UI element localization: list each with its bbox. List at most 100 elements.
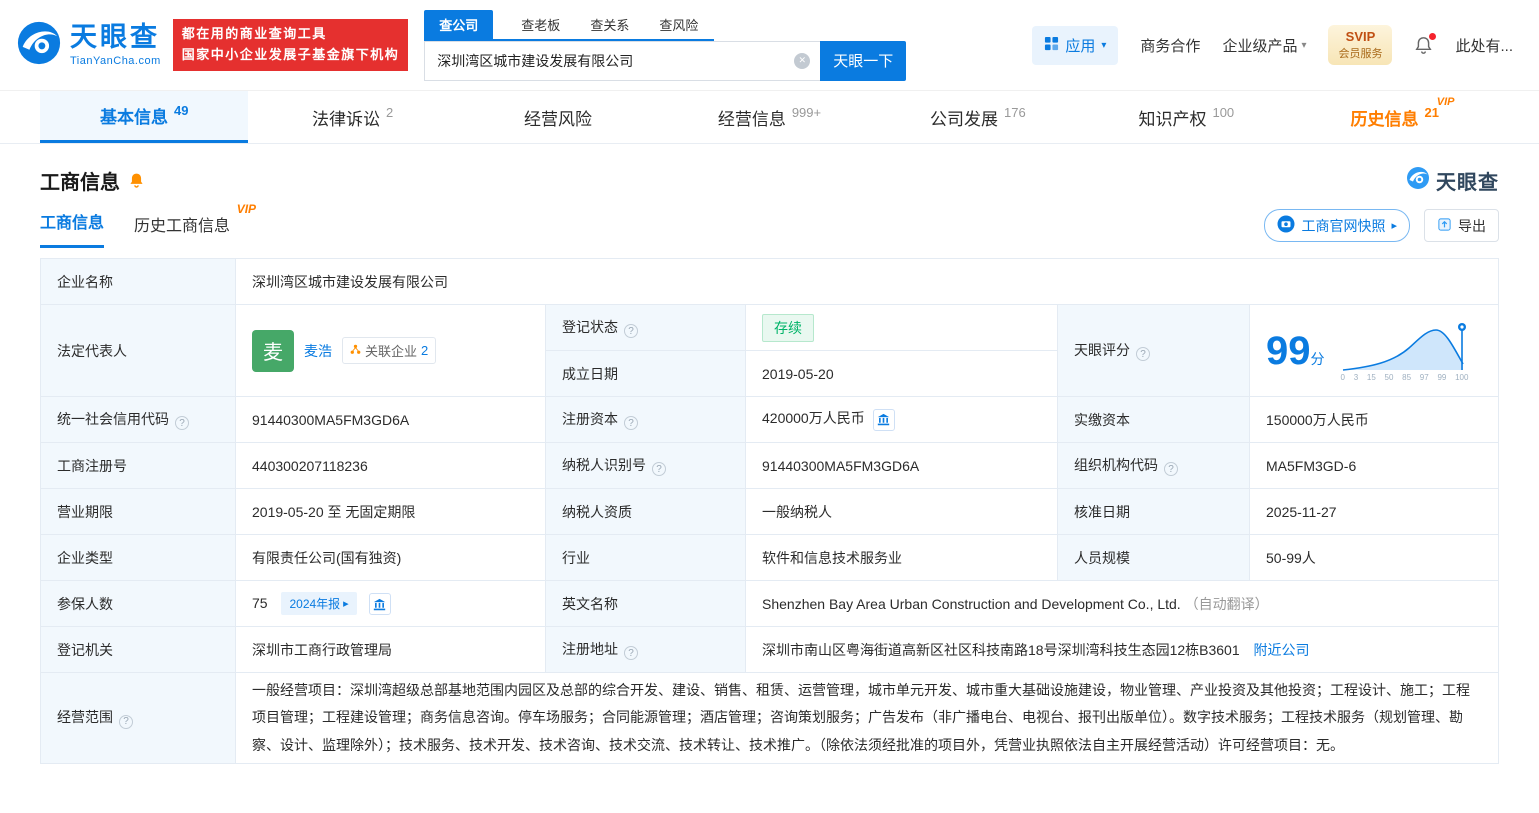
business-scope-value: 一般经营项目：深圳湾超级总部基地范围内园区及总部的综合开发、建设、销售、租赁、运…	[236, 673, 1499, 764]
export-label: 导出	[1458, 216, 1486, 236]
tab-legal-label: 法律诉讼	[312, 105, 380, 130]
tab-company-development[interactable]: 公司发展 176	[874, 91, 1082, 143]
promo-banner[interactable]: 都在用的商业查询工具 国家中小企业发展子基金旗下机构	[173, 19, 409, 71]
search-tab-boss[interactable]: 查老板	[519, 10, 562, 39]
tab-business-count: 999+	[792, 105, 821, 120]
table-row: 企业名称 深圳湾区城市建设发展有限公司	[41, 259, 1499, 305]
snapshot-label: 工商官网快照	[1301, 216, 1385, 236]
search-area: 查公司 查老板 查关系 查风险 ✕ 天眼一下	[424, 10, 906, 81]
help-icon[interactable]: ?	[175, 416, 189, 430]
search-tab-risk[interactable]: 查风险	[657, 10, 700, 39]
approval-date-value: 2025-11-27	[1250, 489, 1499, 535]
tab-legal-proceedings[interactable]: 法律诉讼 2	[248, 91, 456, 143]
subtabs-row: 工商信息 历史工商信息 VIP 工商官网快照 ▸	[40, 209, 1499, 248]
apps-grid-icon	[1044, 36, 1059, 55]
annual-report-badge[interactable]: 2024年报▸	[281, 592, 356, 615]
reg-capital-label: 注册资本?	[546, 397, 746, 443]
score-curve-icon	[1341, 320, 1469, 372]
legal-rep-name-link[interactable]: 麦浩	[304, 341, 332, 361]
bank-icon[interactable]	[873, 409, 895, 431]
help-icon[interactable]: ?	[119, 715, 133, 729]
svip-label: SVIP	[1338, 29, 1382, 44]
header-right: 应用 ▾ 商务合作 企业级产品 ▾ SVIP 会员服务 此处有...	[1032, 25, 1513, 65]
logo-text-cn: 天眼查	[70, 24, 161, 51]
related-companies-text: 关联企业	[365, 341, 417, 360]
company-name-value: 深圳湾区城市建设发展有限公司	[236, 259, 1499, 305]
tianyancha-logo[interactable]: 天眼查 TianYanCha.com	[16, 20, 161, 71]
help-icon[interactable]: ?	[1136, 347, 1150, 361]
cooperation-link[interactable]: 商务合作	[1140, 35, 1200, 56]
auto-translate-note: （自动翻译）	[1185, 596, 1269, 612]
clear-search-icon[interactable]: ✕	[794, 53, 810, 69]
export-button[interactable]: 导出	[1424, 209, 1499, 242]
apps-caret-icon: ▾	[1101, 40, 1106, 51]
business-term-label: 营业期限	[41, 489, 236, 535]
org-code-label: 组织机构代码?	[1058, 443, 1250, 489]
help-icon[interactable]: ?	[624, 416, 638, 430]
reg-number-value: 440300207118236	[236, 443, 546, 489]
help-icon[interactable]: ?	[624, 324, 638, 338]
taxpayer-id-value: 91440300MA5FM3GD6A	[746, 443, 1058, 489]
subscribe-bell-icon[interactable]	[128, 172, 145, 189]
business-term-value: 2019-05-20 至 无固定期限	[236, 489, 546, 535]
official-snapshot-button[interactable]: 工商官网快照 ▸	[1264, 209, 1410, 242]
enterprise-label: 企业级产品	[1222, 35, 1297, 56]
tab-business-info[interactable]: 经营信息 999+	[665, 91, 873, 143]
address-value: 深圳市南山区粤海街道高新区社区科技南路18号深圳湾科技生态园12栋B3601 附…	[746, 627, 1499, 673]
help-icon[interactable]: ?	[624, 646, 638, 660]
notification-bell-icon[interactable]	[1414, 36, 1433, 55]
help-icon[interactable]: ?	[652, 462, 666, 476]
promo-line2: 国家中小企业发展子基金旗下机构	[182, 45, 400, 66]
tab-business-risk[interactable]: 经营风险	[457, 91, 665, 143]
cooperation-label: 商务合作	[1140, 35, 1200, 56]
insured-label: 参保人数	[41, 581, 236, 627]
help-icon[interactable]: ?	[1164, 462, 1178, 476]
tab-history-label: 历史信息	[1351, 105, 1419, 130]
score-axis-ticks: 031550859799100	[1341, 373, 1469, 382]
credit-code-value: 91440300MA5FM3GD6A	[236, 397, 546, 443]
search-input[interactable]	[424, 41, 820, 81]
establish-date-value: 2019-05-20	[746, 351, 1058, 397]
approval-date-label: 核准日期	[1058, 489, 1250, 535]
score-value-cell: 99分 031550859799100	[1250, 305, 1499, 397]
table-row: 参保人数 75 2024年报▸ 英文名称 Shenzhen Bay Area U…	[41, 581, 1499, 627]
enterprise-caret-icon: ▾	[1301, 40, 1306, 51]
tab-basic-info-label: 基本信息	[100, 103, 168, 128]
tab-ip-count: 100	[1212, 105, 1234, 120]
related-companies-icon	[350, 343, 361, 358]
snapshot-arrow-icon: ▸	[1391, 219, 1397, 232]
tab-development-count: 176	[1004, 105, 1026, 120]
table-row: 登记机关 深圳市工商行政管理局 注册地址? 深圳市南山区粤海街道高新区社区科技南…	[41, 627, 1499, 673]
table-row: 统一社会信用代码? 91440300MA5FM3GD6A 注册资本? 42000…	[41, 397, 1499, 443]
apps-button[interactable]: 应用 ▾	[1032, 26, 1118, 65]
tab-history-info[interactable]: 历史信息 21 VIP	[1291, 91, 1499, 143]
subtab-history-business-info[interactable]: 历史工商信息 VIP	[134, 212, 230, 248]
reg-capital-value: 420000万人民币	[746, 397, 1058, 443]
tab-business-label: 经营信息	[718, 105, 786, 130]
watermark-text: 天眼查	[1436, 166, 1499, 195]
company-nav-tabs: 基本信息 49 法律诉讼 2 经营风险 经营信息 999+ 公司发展 176 知…	[0, 90, 1539, 144]
table-row: 企业类型 有限责任公司(国有独资) 行业 软件和信息技术服务业 人员规模 50-…	[41, 535, 1499, 581]
related-companies-badge[interactable]: 关联企业 2	[342, 337, 436, 364]
tab-basic-info[interactable]: 基本信息 49	[40, 91, 248, 143]
org-code-value: MA5FM3GD-6	[1250, 443, 1499, 489]
search-tab-relation[interactable]: 查关系	[588, 10, 631, 39]
search-tabs: 查公司 查老板 查关系 查风险	[424, 10, 714, 41]
legal-rep-avatar[interactable]: 麦	[252, 330, 294, 372]
enterprise-products-link[interactable]: 企业级产品 ▾	[1222, 35, 1306, 56]
user-account[interactable]: 此处有...	[1455, 35, 1513, 56]
subtab-business-info[interactable]: 工商信息	[40, 209, 104, 248]
tab-intellectual-property[interactable]: 知识产权 100	[1082, 91, 1290, 143]
reg-authority-label: 登记机关	[41, 627, 236, 673]
score-number: 99分	[1266, 331, 1325, 371]
search-tab-company[interactable]: 查公司	[424, 10, 493, 39]
tab-basic-info-count: 49	[174, 103, 188, 118]
main-content: 工商信息 天眼查 工商信息 历史工商信息 VIP	[0, 166, 1539, 764]
bank-icon[interactable]	[369, 593, 391, 615]
watermark-eye-icon	[1406, 166, 1430, 195]
english-name-value: Shenzhen Bay Area Urban Construction and…	[746, 581, 1499, 627]
nearby-companies-link[interactable]: 附近公司	[1254, 642, 1310, 658]
svip-badge[interactable]: SVIP 会员服务	[1328, 25, 1392, 65]
subtab-history-vip-tag: VIP	[237, 202, 256, 216]
search-button[interactable]: 天眼一下	[820, 41, 906, 81]
